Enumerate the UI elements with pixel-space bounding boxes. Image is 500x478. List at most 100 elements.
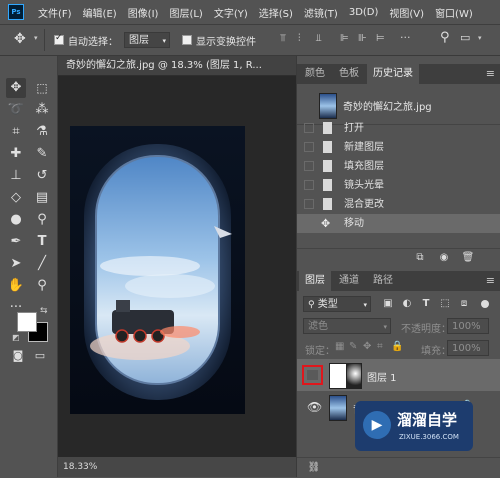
menu-type[interactable]: 文字(Y) [214, 5, 248, 20]
history-checkbox[interactable] [304, 218, 314, 228]
lock-pixels-icon[interactable]: ✎ [349, 341, 357, 352]
history-item[interactable]: 镜头光晕 [297, 176, 500, 195]
lock-artboard-icon[interactable]: ⌗ [377, 341, 383, 352]
workspace-icon[interactable]: ▭ [460, 31, 470, 44]
menu-3d[interactable]: 3D(D) [349, 7, 379, 18]
filter-pixel-icon[interactable]: ▣ [381, 297, 395, 311]
link-layers-icon[interactable]: ⛓ [307, 461, 321, 475]
align-vcenter-icon[interactable]: ⫶ [298, 33, 301, 44]
lock-position-icon[interactable]: ✥ [363, 341, 371, 352]
align-right-icon[interactable]: ⊨ [376, 33, 385, 44]
align-top-icon[interactable]: ⫪ [280, 33, 286, 44]
history-item[interactable]: 填充图层 [297, 157, 500, 176]
history-brush-icon[interactable]: ↺ [32, 166, 52, 186]
pen-tool-icon[interactable]: ✒ [6, 232, 26, 252]
filter-type-icon[interactable]: T [419, 297, 433, 311]
clone-stamp-icon[interactable]: ⊥ [6, 166, 26, 186]
zoom-tool-icon[interactable]: ⚲ [32, 276, 52, 296]
show-transform-checkbox[interactable] [182, 35, 192, 45]
quick-mask-icon[interactable]: ◙ [8, 346, 28, 366]
auto-select-dropdown[interactable]: 图层 ▾ [124, 32, 170, 48]
history-checkbox[interactable] [304, 180, 314, 190]
brush-tool-icon[interactable]: ✎ [32, 144, 52, 164]
menu-window[interactable]: 窗口(W) [435, 5, 473, 20]
layer-thumbnail [329, 363, 347, 389]
gradient-tool-icon[interactable]: ▤ [32, 188, 52, 208]
chevron-down-icon[interactable]: ▾ [34, 34, 38, 42]
tab-history[interactable]: 历史记录 [367, 64, 419, 84]
quick-select-tool-icon[interactable]: ⁂ [32, 100, 52, 120]
dodge-tool-icon[interactable]: ⚲ [32, 210, 52, 230]
blur-tool-icon[interactable]: ● [6, 210, 26, 230]
lock-all-icon[interactable]: 🔒 [391, 341, 403, 352]
visibility-toggle-highlight[interactable] [302, 365, 323, 385]
foreground-color-swatch[interactable] [17, 312, 37, 332]
eye-icon[interactable]: 👁 [307, 400, 322, 414]
menu-image[interactable]: 图像(I) [128, 5, 159, 20]
search-icon[interactable]: ⚲ [440, 30, 450, 45]
opacity-field[interactable]: 100% [447, 318, 489, 334]
move-tool-icon[interactable]: ✥ [6, 78, 26, 98]
eyedropper-tool-icon[interactable]: ⚗ [32, 122, 52, 142]
opacity-value: 100% [452, 321, 481, 332]
trash-icon[interactable]: 🗑 [461, 251, 475, 265]
screen-mode-icon[interactable]: ▭ [30, 346, 50, 366]
tab-swatches[interactable]: 色板 [333, 64, 365, 84]
chevron-down-icon[interactable]: ▾ [478, 34, 482, 42]
menu-view[interactable]: 视图(V) [389, 5, 424, 20]
lock-transparency-icon[interactable]: ▦ [335, 341, 344, 352]
align-hcenter-icon[interactable]: ⊪ [358, 33, 367, 44]
default-colors-icon[interactable]: ◩ [12, 333, 20, 342]
hand-tool-icon[interactable]: ✋ [6, 276, 26, 296]
history-checkbox[interactable] [304, 142, 314, 152]
move-tool-icon[interactable]: ✥ [14, 31, 26, 47]
line-tool-icon[interactable]: ╱ [32, 254, 52, 274]
history-checkbox[interactable] [304, 161, 314, 171]
healing-brush-icon[interactable]: ✚ [6, 144, 26, 164]
layer-name[interactable]: 图层 1 [367, 369, 397, 384]
path-select-icon[interactable]: ➤ [6, 254, 26, 274]
camera-icon[interactable]: ◉ [437, 251, 451, 265]
menu-filter[interactable]: 滤镜(T) [304, 5, 338, 20]
filter-adjustment-icon[interactable]: ◐ [400, 297, 414, 311]
eraser-tool-icon[interactable]: ◇ [6, 188, 26, 208]
tab-color[interactable]: 颜色 [299, 64, 331, 84]
tab-layers[interactable]: 图层 [299, 271, 331, 291]
swap-colors-icon[interactable]: ⇆ [40, 306, 48, 316]
marquee-tool-icon[interactable]: ⬚ [32, 78, 52, 98]
filter-smart-object-icon[interactable]: ⧈ [457, 297, 471, 311]
menu-edit[interactable]: 编辑(E) [83, 5, 117, 20]
auto-select-checkbox[interactable] [54, 33, 64, 45]
tab-paths[interactable]: 路径 [367, 271, 399, 291]
blend-mode-dropdown[interactable]: 滤色 ▾ [303, 318, 391, 334]
document-tab[interactable]: 奇妙的懈幻之旅.jpg @ 18.3% (图层 1, R... [58, 56, 296, 76]
panel-menu-icon[interactable]: ≡ [486, 67, 495, 80]
menu-file[interactable]: 文件(F) [38, 5, 72, 20]
eye-icon [307, 370, 318, 380]
document-canvas[interactable] [70, 126, 245, 414]
history-item[interactable]: 混合更改 [297, 195, 500, 214]
menu-select[interactable]: 选择(S) [259, 5, 293, 20]
history-checkbox[interactable] [304, 199, 314, 209]
align-left-icon[interactable]: ⊫ [340, 33, 349, 44]
filter-toggle[interactable] [481, 300, 489, 308]
history-checkbox[interactable] [304, 123, 314, 133]
more-options-icon[interactable]: ··· [400, 31, 411, 44]
align-bottom-icon[interactable]: ⫫ [316, 33, 322, 44]
watermark-title: 溜溜自学 [397, 411, 458, 429]
history-item[interactable]: 打开 [297, 119, 500, 138]
history-item[interactable]: 新建图层 [297, 138, 500, 157]
tab-channels[interactable]: 通道 [333, 271, 365, 291]
layer-row-selected[interactable]: 图层 1 [297, 359, 500, 391]
layer-filter-dropdown[interactable]: ⚲ 类型 ▾ [303, 296, 371, 312]
fill-field[interactable]: 100% [447, 340, 489, 356]
menu-layer[interactable]: 图层(L) [169, 5, 202, 20]
type-tool-icon[interactable]: T [32, 232, 52, 252]
filter-shape-icon[interactable]: ⬚ [438, 297, 452, 311]
zoom-level[interactable]: 18.33% [63, 462, 97, 472]
panel-menu-icon[interactable]: ≡ [486, 274, 495, 287]
new-document-from-state-icon[interactable]: ⧉ [413, 251, 427, 265]
lasso-tool-icon[interactable]: ➰ [6, 100, 26, 120]
crop-tool-icon[interactable]: ⌗ [6, 122, 26, 142]
history-item-selected[interactable]: ✥ 移动 [297, 214, 500, 233]
